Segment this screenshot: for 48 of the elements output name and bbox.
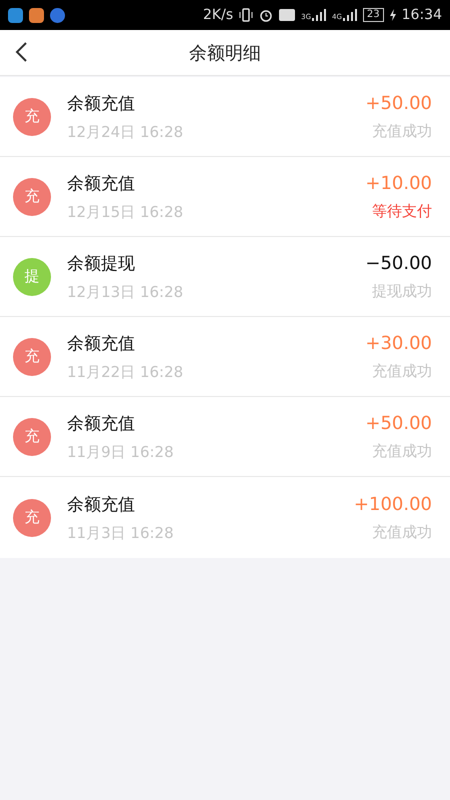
record-amount: +30.00 xyxy=(365,332,432,354)
record-title: 余额充值 xyxy=(67,332,136,354)
record-time: 11月3日 16:28 xyxy=(67,524,175,542)
alarm-icon xyxy=(259,8,274,22)
record-amount: −50.00 xyxy=(365,252,432,274)
record-status: 充值成功 xyxy=(372,442,432,460)
clock: 16:34 xyxy=(402,7,442,23)
record-row[interactable]: 充 余额充值 11月9日 16:28 +50.00 充值成功 xyxy=(0,397,450,477)
record-time: 12月15日 16:28 xyxy=(67,202,184,222)
signal-icon xyxy=(312,9,326,21)
record-status: 充值成功 xyxy=(372,122,432,140)
record-time: 11月9日 16:28 xyxy=(67,442,175,462)
record-title: 余额充值 xyxy=(67,412,136,434)
record-row[interactable]: 充 余额充值 12月24日 16:28 +50.00 充值成功 xyxy=(0,77,450,157)
record-title: 余额充值 xyxy=(67,92,136,114)
record-row[interactable]: 充 余额充值 11月22日 16:28 +30.00 充值成功 xyxy=(0,317,450,397)
record-title: 余额提现 xyxy=(67,252,136,274)
network-speed: 2K/s xyxy=(203,7,234,23)
record-title: 余额充值 xyxy=(67,172,136,194)
signal-icon xyxy=(342,9,357,21)
record-status: 充值成功 xyxy=(372,522,432,542)
page-title: 余额明细 xyxy=(189,42,261,64)
record-time: 12月24日 16:28 xyxy=(67,122,184,142)
type-badge: 充 xyxy=(13,98,51,136)
record-row[interactable]: 充 余额充值 12月15日 16:28 +10.00 等待支付 xyxy=(0,157,450,237)
type-badge: 提 xyxy=(13,258,51,296)
record-amount: +50.00 xyxy=(365,412,432,434)
record-status: 充值成功 xyxy=(372,362,432,380)
type-badge: 充 xyxy=(13,338,51,376)
record-row[interactable]: 提 余额提现 12月13日 16:28 −50.00 提现成功 xyxy=(0,237,450,317)
type-badge: 充 xyxy=(13,178,51,216)
type-badge: 充 xyxy=(13,498,51,536)
record-amount: +10.00 xyxy=(365,172,432,194)
app-icon xyxy=(29,8,44,22)
record-amount: +50.00 xyxy=(365,92,432,114)
record-status: 提现成功 xyxy=(372,282,432,300)
type-badge: 充 xyxy=(13,418,51,456)
record-time: 12月13日 16:28 xyxy=(67,282,184,302)
record-amount: +100.00 xyxy=(354,494,432,514)
record-time: 11月22日 16:28 xyxy=(67,362,184,382)
record-title: 余额充值 xyxy=(67,494,136,516)
battery-level: 23 xyxy=(362,8,384,22)
app-icon xyxy=(50,8,65,22)
record-row[interactable]: 充 余额充值 11月3日 16:28 +100.00 充值成功 xyxy=(0,477,450,558)
charging-icon xyxy=(390,9,396,21)
record-status: 等待支付 xyxy=(372,202,432,220)
app-icon xyxy=(8,8,23,22)
vibrate-icon xyxy=(239,8,254,22)
